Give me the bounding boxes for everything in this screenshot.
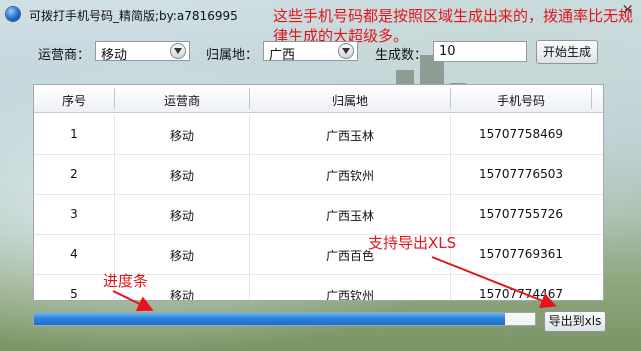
export-xls-button[interactable]: 导出到xls [544, 311, 606, 332]
table-row[interactable]: 4 移动 广西百色 15707769361 [34, 234, 603, 275]
count-label: 生成数： [375, 48, 428, 63]
region-select[interactable]: 广西 [263, 41, 358, 63]
count-input[interactable]: 10 [433, 41, 527, 62]
cell-phone: 15707758469 [479, 127, 563, 141]
cell-index: 1 [70, 127, 78, 141]
table-row[interactable]: 1 移动 广西玉林 15707758469 [34, 114, 603, 155]
annotation-export-note: 支持导出XLS [368, 234, 457, 252]
cell-phone: 15707774467 [479, 287, 563, 301]
table-header: 序号 运营商 归属地 手机号码 [34, 85, 603, 113]
app-window: 可拨打手机号码_精简版;by:a7816995 × 这些手机号码都是按照区域生成… [0, 0, 641, 351]
cell-phone: 15707776503 [479, 167, 563, 181]
cell-index: 2 [70, 167, 78, 181]
column-header-region[interactable]: 归属地 [250, 92, 450, 109]
column-header-carrier[interactable]: 运营商 [115, 92, 249, 109]
carrier-label: 运营商： [38, 48, 91, 63]
region-select-value: 广西 [269, 48, 296, 63]
annotation-progress-note: 进度条 [103, 272, 149, 290]
cell-index: 4 [70, 247, 78, 261]
cell-index: 3 [70, 207, 78, 221]
table-row[interactable]: 2 移动 广西钦州 15707776503 [34, 154, 603, 195]
window-title: 可拨打手机号码_精简版;by:a7816995 [29, 9, 238, 23]
cell-phone: 15707755726 [479, 207, 563, 221]
column-header-phone[interactable]: 手机号码 [451, 92, 591, 109]
progress-bar-fill [34, 313, 505, 325]
cell-index: 5 [70, 287, 78, 301]
cell-phone: 15707769361 [479, 247, 563, 261]
carrier-select-value: 移动 [101, 48, 128, 63]
cell-region: 广西玉林 [325, 209, 374, 223]
cell-carrier: 移动 [169, 249, 194, 263]
chevron-down-icon[interactable] [338, 43, 354, 59]
cell-carrier: 移动 [169, 129, 194, 143]
region-label: 归属地： [206, 48, 259, 63]
carrier-select[interactable]: 移动 [95, 41, 190, 63]
cell-carrier: 移动 [169, 209, 194, 223]
cell-carrier: 移动 [169, 169, 194, 183]
chevron-down-icon[interactable] [170, 43, 186, 59]
start-generate-button[interactable]: 开始生成 [536, 40, 598, 64]
cell-region: 广西钦州 [325, 169, 374, 183]
app-icon [6, 7, 20, 21]
progress-bar [33, 312, 536, 326]
phone-table: 序号 运营商 归属地 手机号码 1 移动 广西玉林 15707758469 2 … [33, 84, 604, 301]
cell-region: 广西玉林 [325, 129, 374, 143]
column-header-index[interactable]: 序号 [34, 92, 114, 109]
table-row[interactable]: 3 移动 广西玉林 15707755726 [34, 194, 603, 235]
cell-region: 广西钦州 [325, 289, 374, 301]
